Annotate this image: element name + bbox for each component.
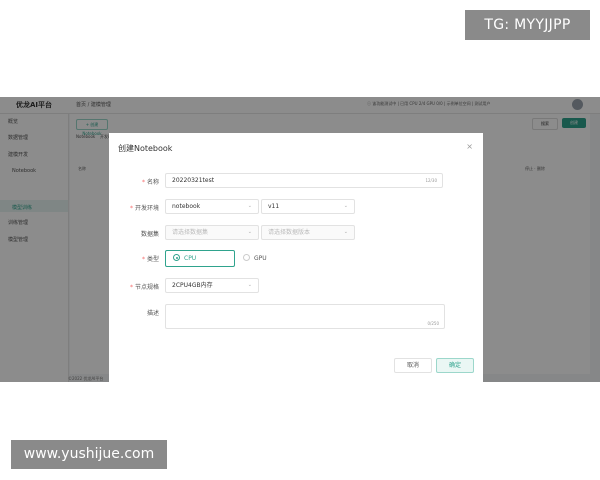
radio-checked-icon <box>173 254 180 261</box>
desc-label: 描述 <box>146 310 159 317</box>
chevron-down-icon: ⌄ <box>343 203 348 209</box>
confirm-button[interactable]: 确定 <box>436 358 474 373</box>
close-icon[interactable]: × <box>466 142 473 151</box>
gpu-radio[interactable]: GPU <box>243 251 267 266</box>
cpu-label: CPU <box>184 255 197 262</box>
chevron-down-icon: ⌄ <box>247 282 252 288</box>
spec-select[interactable]: 2CPU4GB内存 ⌄ <box>165 278 259 293</box>
env-version-select[interactable]: v11 ⌄ <box>261 199 355 214</box>
spec-value: 2CPU4GB内存 <box>172 282 213 289</box>
tg-watermark: TG: MYYJJPP <box>465 10 590 40</box>
dataset-select[interactable]: 请选择数据集 ⌄ <box>165 225 259 240</box>
site-watermark: www.yushijue.com <box>11 440 167 469</box>
dataset-version-placeholder: 请选择数据版本 <box>268 229 311 236</box>
create-notebook-dialog: 创建Notebook × * 名称 20220321test 12/30 * 开发环… <box>109 133 483 382</box>
name-counter: 12/30 <box>425 178 437 183</box>
name-input[interactable]: 20220321test 12/30 <box>165 173 443 188</box>
name-value: 20220321test <box>172 177 215 184</box>
chevron-down-icon: ⌄ <box>247 229 252 235</box>
name-label: * 名称 <box>141 179 159 186</box>
dataset-version-select[interactable]: 请选择数据版本 ⌄ <box>261 225 355 240</box>
env-select[interactable]: notebook ⌄ <box>165 199 259 214</box>
dataset-placeholder: 请选择数据集 <box>172 229 209 236</box>
gpu-label: GPU <box>254 255 267 262</box>
desc-textarea[interactable]: 0/250 <box>165 304 445 329</box>
radio-unchecked-icon <box>243 254 250 261</box>
chevron-down-icon: ⌄ <box>247 203 252 209</box>
env-value: notebook <box>172 203 201 210</box>
cancel-button[interactable]: 取消 <box>394 358 432 373</box>
dialog-title: 创建Notebook <box>118 144 173 153</box>
env-label: * 开发环境 <box>129 205 159 212</box>
dataset-label: 数据集 <box>140 231 159 238</box>
cpu-radio[interactable]: CPU <box>165 250 235 267</box>
chevron-down-icon: ⌄ <box>343 229 348 235</box>
desc-counter: 0/250 <box>427 321 439 326</box>
env-version-value: v11 <box>268 203 280 210</box>
spec-label: * 节点规格 <box>129 284 159 291</box>
type-label: * 类型 <box>141 256 159 263</box>
